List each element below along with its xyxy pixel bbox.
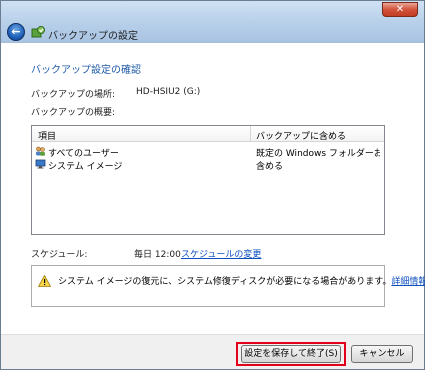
computer-icon: [35, 159, 46, 169]
row-value: 含める: [256, 162, 284, 172]
backup-icon: [31, 26, 45, 38]
button-bar: 設定を保存して終了(S) キャンセル: [1, 334, 424, 369]
backup-summary-label: バックアップの概要:: [31, 108, 116, 118]
backup-location-label: バックアップの場所:: [31, 90, 116, 100]
change-schedule-link[interactable]: スケジュールの変更: [181, 247, 261, 260]
column-header-item[interactable]: 項目: [38, 129, 56, 142]
users-icon: [36, 146, 45, 156]
warning-icon: [38, 275, 51, 287]
title-bar: ✕ ← バックアップの設定: [1, 1, 424, 43]
schedule-value: 毎日 12:00: [134, 250, 181, 260]
backup-location-value: HD-HSIU2 (G:): [136, 87, 201, 97]
list-header: 項目 バックアップに含める: [32, 126, 384, 142]
backup-summary-list[interactable]: 項目 バックアップに含める すべてのユーザー 既定の Windows フォルダー…: [31, 125, 385, 235]
notice-text: システム イメージの復元に、システム修復ディスクが必要になる場合があります。詳細…: [58, 274, 425, 287]
backup-settings-window: ✕ ← バックアップの設定 バックアップ設定の確認 バックアップの場所: HD-…: [0, 0, 425, 370]
save-and-exit-button[interactable]: 設定を保存して終了(S): [241, 345, 341, 363]
page-heading: バックアップ設定の確認: [31, 65, 141, 76]
schedule-label: スケジュール:: [31, 250, 88, 260]
column-separator[interactable]: [250, 126, 251, 141]
row-name: システム イメージ: [48, 162, 123, 172]
close-button[interactable]: ✕: [382, 2, 418, 17]
cancel-button[interactable]: キャンセル: [351, 345, 413, 363]
list-item[interactable]: システム イメージ 含める: [32, 158, 384, 172]
back-button[interactable]: ←: [7, 23, 25, 41]
column-header-include[interactable]: バックアップに含める: [256, 129, 346, 142]
warning-notice: システム イメージの復元に、システム修復ディスクが必要になる場合があります。詳細…: [31, 265, 425, 307]
notice-message: システム イメージの復元に、システム修復ディスクが必要になる場合があります。: [58, 277, 392, 287]
more-info-link[interactable]: 詳細情報: [391, 277, 425, 287]
window-title: バックアップの設定: [48, 31, 138, 42]
list-item[interactable]: すべてのユーザー 既定の Windows フォルダーおよ...: [32, 145, 384, 159]
